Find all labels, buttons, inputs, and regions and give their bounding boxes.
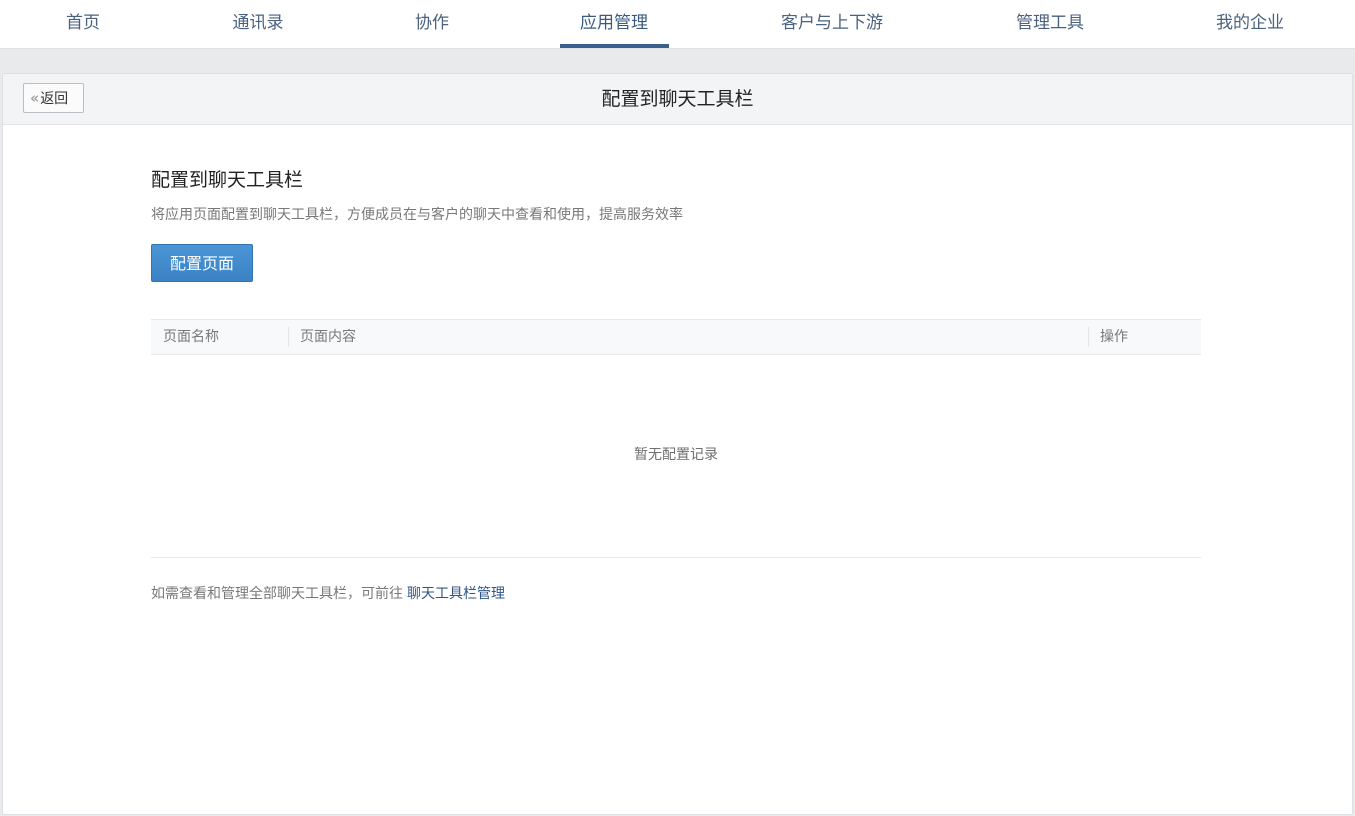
footer-note-text: 如需查看和管理全部聊天工具栏，可前往 [151,586,403,602]
top-navigation: 首页 通讯录 协作 应用管理 客户与上下游 管理工具 我的企业 [0,0,1355,49]
footer-note: 如需查看和管理全部聊天工具栏，可前往 聊天工具栏管理 [151,583,505,603]
page-title: 配置到聊天工具栏 [601,88,754,110]
content-panel: 配置到聊天工具栏 «返回 配置到聊天工具栏 将应用页面配置到聊天工具栏，方便成员… [2,73,1353,815]
chat-toolbar-management-link[interactable]: 聊天工具栏管理 [407,586,505,602]
configure-page-button[interactable]: 配置页面 [151,244,253,282]
column-header-page-name: 页面名称 [163,329,219,345]
nav-item-home[interactable]: 首页 [66,0,100,48]
table-header: 页面名称 页面内容 操作 [151,320,1201,355]
nav-item-app-management[interactable]: 应用管理 [580,0,648,48]
column-divider [1088,327,1089,347]
panel-header: 配置到聊天工具栏 «返回 [3,74,1352,125]
nav-item-collaboration[interactable]: 协作 [415,0,449,48]
nav-item-contacts[interactable]: 通讯录 [233,0,284,48]
empty-state-text: 暂无配置记录 [634,447,718,463]
double-chevron-left-icon: « [30,89,40,107]
section-description: 将应用页面配置到聊天工具栏，方便成员在与客户的聊天中查看和使用，提高服务效率 [151,207,683,223]
back-button[interactable]: «返回 [23,83,84,113]
column-divider [288,327,289,347]
nav-item-customers[interactable]: 客户与上下游 [781,0,883,48]
nav-item-management-tools[interactable]: 管理工具 [1016,0,1084,48]
nav-item-my-enterprise[interactable]: 我的企业 [1216,0,1284,48]
column-header-actions: 操作 [1100,329,1128,345]
back-button-label: 返回 [40,91,69,107]
section-title: 配置到聊天工具栏 [151,169,304,191]
column-header-page-content: 页面内容 [300,329,356,345]
active-tab-indicator [560,44,669,48]
config-table: 页面名称 页面内容 操作 暂无配置记录 [151,319,1201,558]
